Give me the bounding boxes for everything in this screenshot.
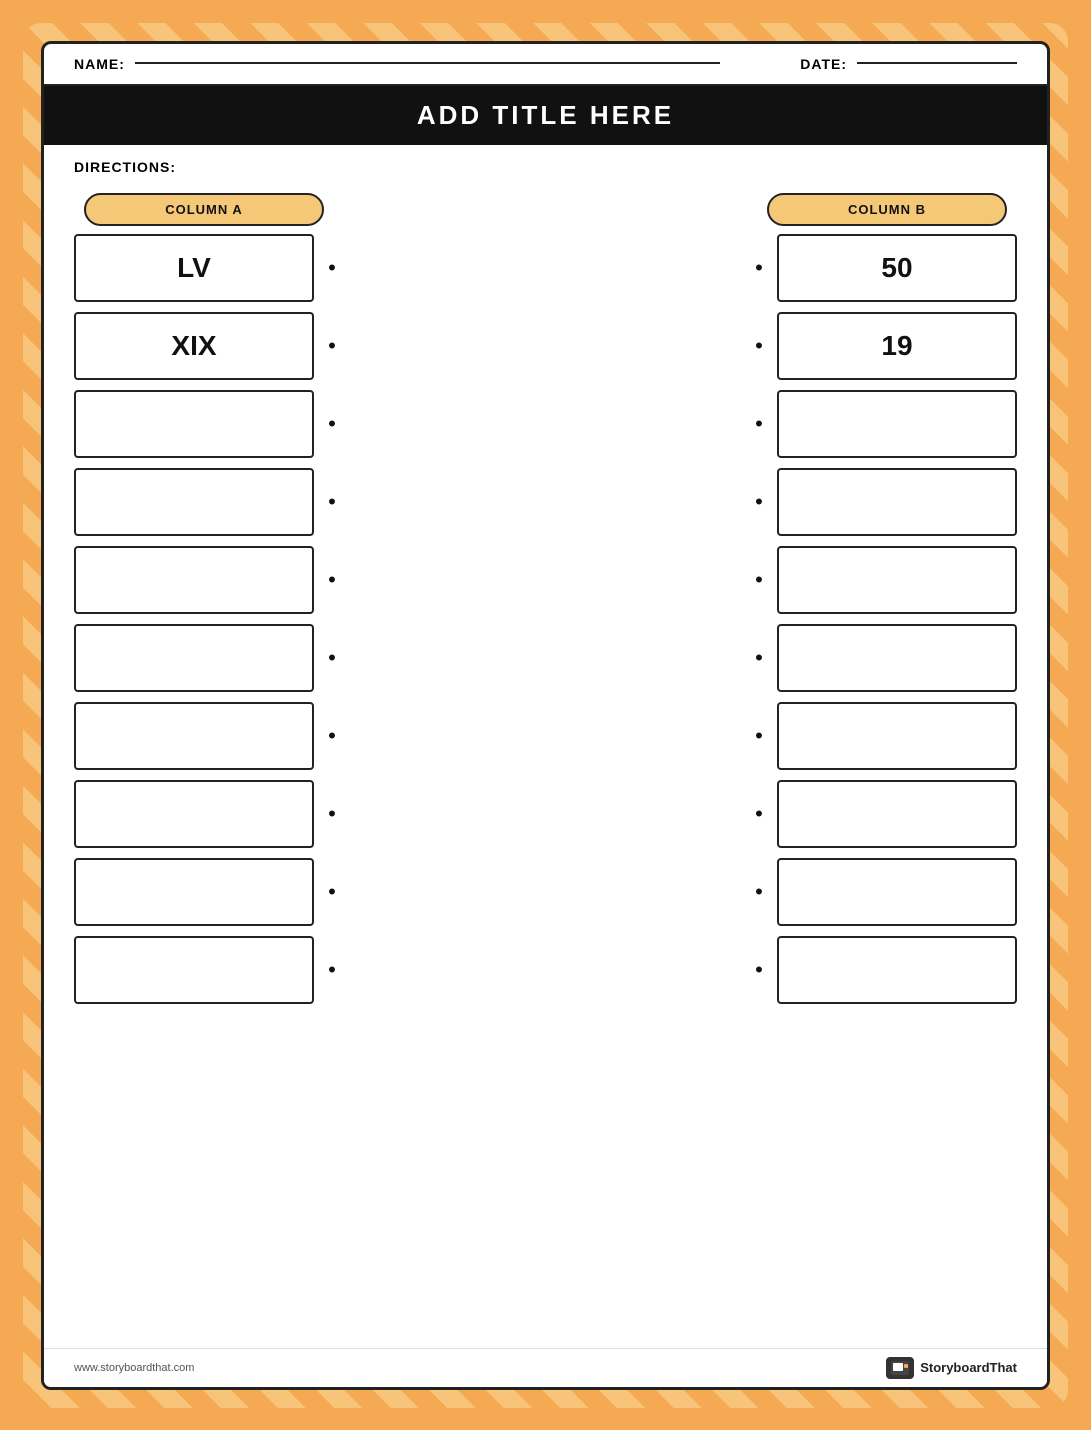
bullet-right-0: •: [741, 255, 777, 281]
date-label: DATE:: [800, 56, 847, 72]
bullet-right-4: •: [741, 567, 777, 593]
bullet-left-4: •: [314, 567, 350, 593]
col-b-box-1[interactable]: 19: [777, 312, 1017, 380]
column-a-header: COLUMN A: [84, 193, 324, 226]
bullet-left-3: •: [314, 489, 350, 515]
name-label: NAME:: [74, 56, 125, 72]
col-b-box-6[interactable]: [777, 702, 1017, 770]
rows-container: LV • • 50 XIX • • 19 • •: [74, 234, 1017, 1014]
bullet-left-1: •: [314, 333, 350, 359]
bullet-right-7: •: [741, 801, 777, 827]
match-row: • •: [74, 936, 1017, 1004]
columns-header: COLUMN A COLUMN B: [74, 193, 1017, 226]
col-b-box-8[interactable]: [777, 858, 1017, 926]
name-line: [135, 62, 720, 64]
title-bar: ADD TITLE HERE: [44, 86, 1047, 145]
brand-icon: [886, 1357, 914, 1379]
col-a-box-9[interactable]: [74, 936, 314, 1004]
col-a-box-7[interactable]: [74, 780, 314, 848]
col-b-box-2[interactable]: [777, 390, 1017, 458]
bullet-right-9: •: [741, 957, 777, 983]
footer-brand: StoryboardThat: [886, 1357, 1017, 1379]
match-row: • •: [74, 468, 1017, 536]
bullet-right-6: •: [741, 723, 777, 749]
col-a-box-3[interactable]: [74, 468, 314, 536]
col-a-box-6[interactable]: [74, 702, 314, 770]
match-row: • •: [74, 858, 1017, 926]
match-row: • •: [74, 624, 1017, 692]
col-b-box-3[interactable]: [777, 468, 1017, 536]
column-a-header-container: COLUMN A: [84, 193, 324, 226]
match-row: LV • • 50: [74, 234, 1017, 302]
bullet-left-7: •: [314, 801, 350, 827]
outer-border: NAME: DATE: ADD TITLE HERE DIRECTIONS: C…: [23, 23, 1068, 1408]
col-b-text-0: 50: [881, 252, 912, 284]
match-row: • •: [74, 546, 1017, 614]
col-a-box-1[interactable]: XIX: [74, 312, 314, 380]
footer-url: www.storyboardthat.com: [74, 1362, 194, 1374]
directions-label: DIRECTIONS:: [74, 159, 176, 175]
col-a-box-4[interactable]: [74, 546, 314, 614]
col-a-box-0[interactable]: LV: [74, 234, 314, 302]
date-line: [857, 62, 1017, 64]
bullet-left-5: •: [314, 645, 350, 671]
col-b-box-9[interactable]: [777, 936, 1017, 1004]
bullet-left-6: •: [314, 723, 350, 749]
footer-bar: www.storyboardthat.com StoryboardThat: [44, 1348, 1047, 1387]
column-b-header-container: COLUMN B: [767, 193, 1007, 226]
bullet-left-0: •: [314, 255, 350, 281]
col-a-box-2[interactable]: [74, 390, 314, 458]
match-row: XIX • • 19: [74, 312, 1017, 380]
match-row: • •: [74, 702, 1017, 770]
bullet-right-8: •: [741, 879, 777, 905]
bullet-right-1: •: [741, 333, 777, 359]
content-area: COLUMN A COLUMN B LV • • 50 XIX •: [44, 183, 1047, 1348]
col-a-box-5[interactable]: [74, 624, 314, 692]
bullet-right-2: •: [741, 411, 777, 437]
col-b-box-4[interactable]: [777, 546, 1017, 614]
page-title: ADD TITLE HERE: [417, 100, 674, 130]
match-row: • •: [74, 390, 1017, 458]
col-a-box-8[interactable]: [74, 858, 314, 926]
match-row: • •: [74, 780, 1017, 848]
bullet-right-3: •: [741, 489, 777, 515]
header-bar: NAME: DATE:: [44, 44, 1047, 86]
bullet-right-5: •: [741, 645, 777, 671]
column-b-header: COLUMN B: [767, 193, 1007, 226]
inner-page: NAME: DATE: ADD TITLE HERE DIRECTIONS: C…: [41, 41, 1050, 1390]
bullet-left-9: •: [314, 957, 350, 983]
brand-name: StoryboardThat: [920, 1360, 1017, 1375]
col-a-text-1: XIX: [171, 330, 216, 362]
directions-area: DIRECTIONS:: [44, 145, 1047, 183]
bullet-left-8: •: [314, 879, 350, 905]
col-b-box-7[interactable]: [777, 780, 1017, 848]
bullet-left-2: •: [314, 411, 350, 437]
col-b-text-1: 19: [881, 330, 912, 362]
col-b-box-5[interactable]: [777, 624, 1017, 692]
col-b-box-0[interactable]: 50: [777, 234, 1017, 302]
col-a-text-0: LV: [177, 252, 211, 284]
